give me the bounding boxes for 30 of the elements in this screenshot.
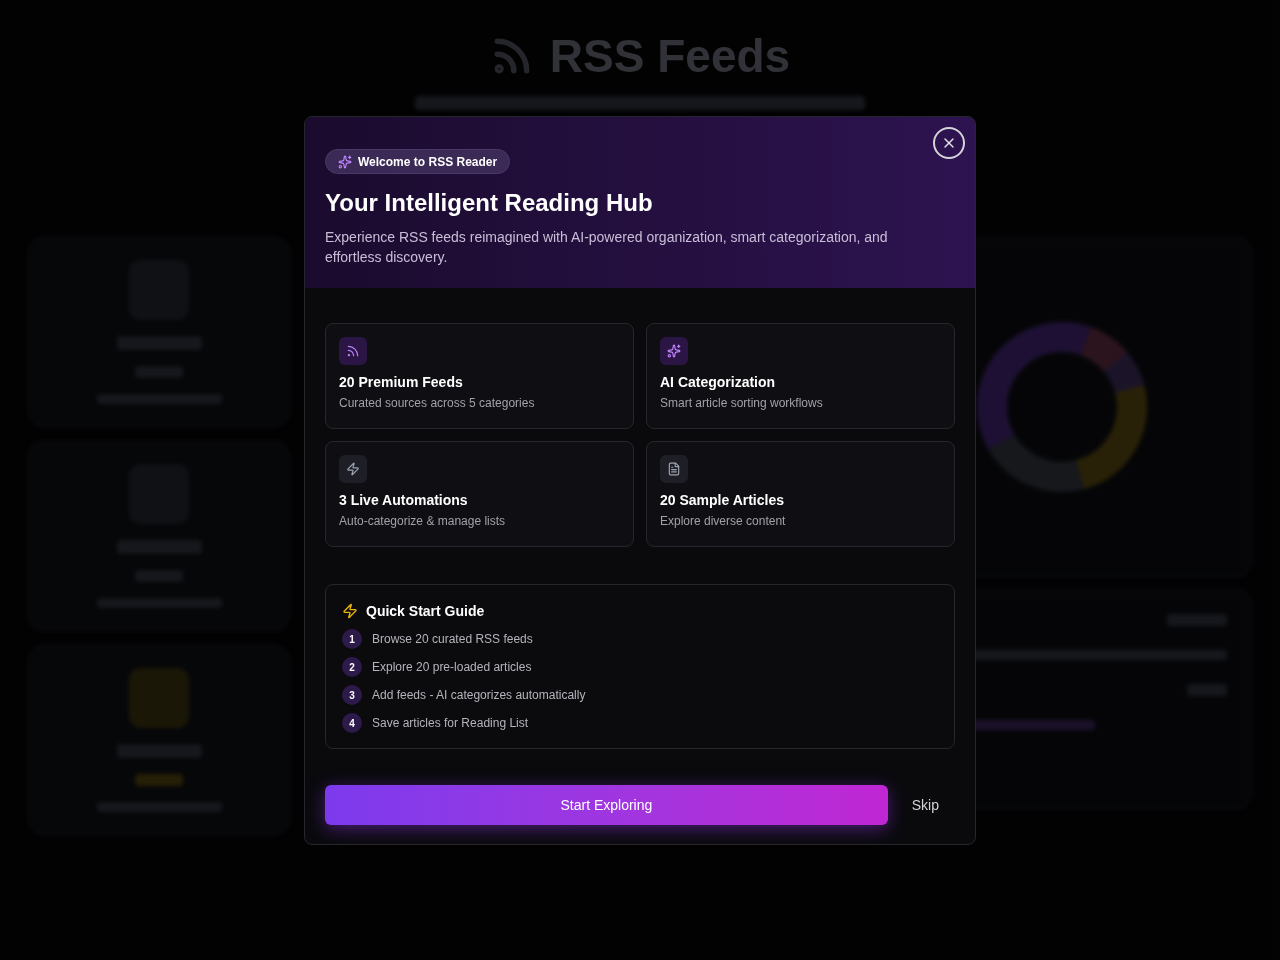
sparkles-icon [338,154,352,169]
step-text: Explore 20 pre-loaded articles [372,659,532,675]
lightning-icon [342,603,358,619]
dialog-description: Experience RSS feeds reimagined with AI-powered organization, smart categorization, and effortless discovery. [325,228,889,267]
close-button[interactable] [933,127,965,159]
skip-button[interactable]: Skip [895,785,955,825]
feature-title: 20 Premium Feeds [339,373,463,392]
guide-title: Quick Start Guide [366,602,485,621]
feature-title: AI Categorization [660,373,776,392]
feature-subtitle: Auto-categorize & manage lists [339,513,506,529]
step-number: 4 [342,713,362,733]
step-number: 2 [342,657,362,677]
step-text: Browse 20 curated RSS feeds [372,631,533,647]
step-number: 1 [342,629,362,649]
rss-tile-icon [339,337,367,365]
feature-title: 20 Sample Articles [660,491,784,510]
start-exploring-button[interactable]: Start Exploring [325,785,888,825]
document-tile-icon [660,455,688,483]
feature-subtitle: Explore diverse content [660,513,786,529]
dialog-title: Your Intelligent Reading Hub [325,189,653,217]
badge-text: Welcome to RSS Reader [358,153,498,170]
feature-subtitle: Smart article sorting workflows [660,395,823,411]
sparkles-tile-icon [660,337,688,365]
step-number: 3 [342,685,362,705]
feature-title: 3 Live Automations [339,491,468,510]
blurred-line [135,774,183,786]
feature-subtitle: Curated sources across 5 categories [339,395,535,411]
step-text: Save articles for Reading List [372,715,529,731]
step-text: Add feeds - AI categorizes automatically [372,687,586,703]
lightning-tile-icon [339,455,367,483]
